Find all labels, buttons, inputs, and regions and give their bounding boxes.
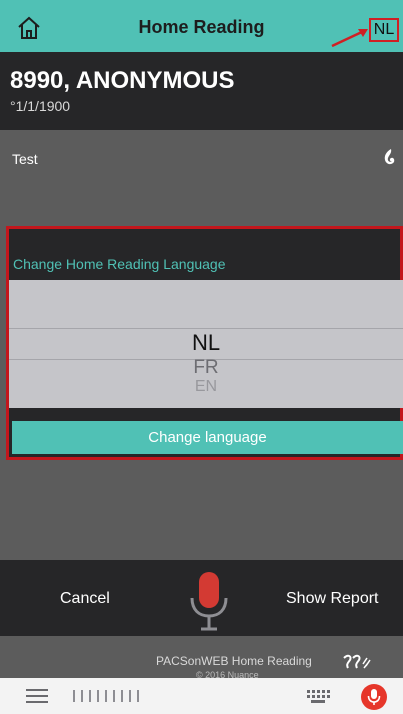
change-language-button[interactable]: Change language bbox=[12, 421, 403, 454]
footer-sub-text: © 2016 Nuance bbox=[196, 670, 259, 678]
app-header: Home Reading NL bbox=[0, 0, 403, 52]
report-item[interactable]: Test bbox=[0, 130, 403, 226]
keyboard-toolbar bbox=[0, 678, 403, 714]
cancel-button[interactable]: Cancel bbox=[60, 590, 110, 608]
show-report-button[interactable]: Show Report bbox=[286, 590, 379, 608]
picker-divider bbox=[9, 328, 403, 329]
language-panel: Change Home Reading Language NL FR EN Ch… bbox=[6, 226, 403, 460]
patient-dob: °1/1/1900 bbox=[10, 98, 71, 114]
footer: PACSonWEB Home Reading © 2016 Nuance bbox=[0, 636, 403, 678]
report-item-label: Test bbox=[12, 151, 38, 167]
patient-name: 8990, ANONYMOUS bbox=[10, 67, 235, 94]
dragon-flame-icon bbox=[384, 149, 395, 165]
patient-info: 8990, ANONYMOUS °1/1/1900 bbox=[0, 52, 403, 130]
footer-app-name: PACSonWEB Home Reading bbox=[156, 654, 312, 668]
action-bar: Cancel Show Report bbox=[0, 560, 403, 636]
dragon-logo-icon bbox=[343, 654, 371, 669]
menu-icon[interactable] bbox=[26, 688, 48, 704]
language-panel-heading: Change Home Reading Language bbox=[13, 256, 226, 272]
waveform-icon bbox=[73, 690, 139, 702]
microphone-icon bbox=[367, 689, 381, 705]
microphone-icon[interactable] bbox=[188, 570, 230, 632]
language-option-fr[interactable]: FR bbox=[9, 357, 403, 379]
language-option-nl[interactable]: NL bbox=[9, 330, 403, 356]
language-picker[interactable]: NL FR EN bbox=[9, 280, 403, 408]
keyboard-icon[interactable] bbox=[306, 689, 330, 703]
dictation-mic-button[interactable] bbox=[361, 684, 387, 710]
annotation-arrow-icon bbox=[331, 29, 368, 48]
language-option-en[interactable]: EN bbox=[9, 378, 403, 396]
language-badge[interactable]: NL bbox=[369, 18, 399, 42]
content-area bbox=[0, 460, 403, 560]
